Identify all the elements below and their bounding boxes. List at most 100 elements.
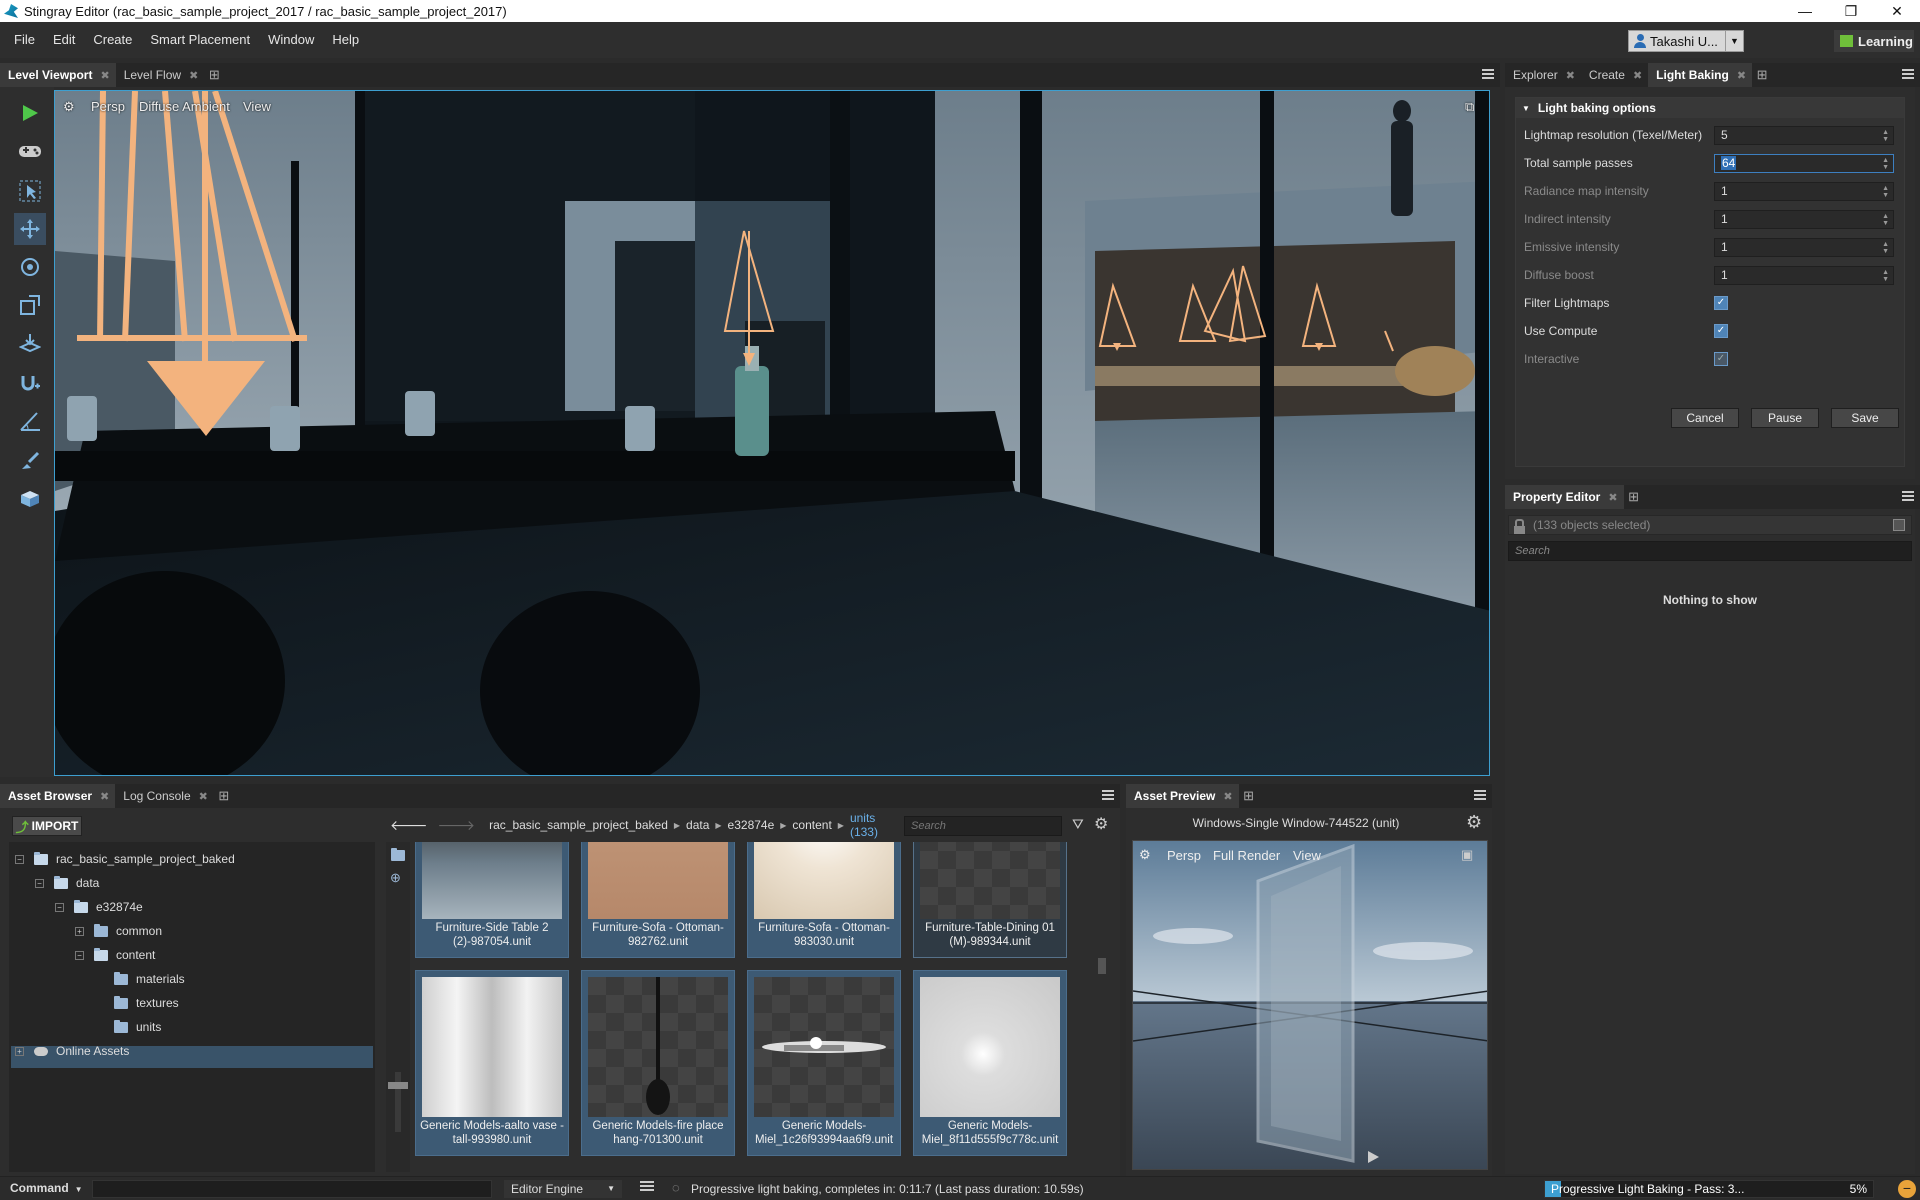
tab-asset-browser[interactable]: Asset Browser ✖ xyxy=(0,784,116,808)
viewport-settings-icon[interactable]: ⚙ xyxy=(63,99,75,115)
interactive-checkbox[interactable]: ✓ xyxy=(1714,352,1728,366)
scrollbar[interactable] xyxy=(1098,958,1106,974)
breadcrumb-item[interactable]: e32874e xyxy=(728,818,775,832)
spinner-icon[interactable]: ▲ ▼ xyxy=(1882,129,1889,143)
filter-lightmaps-checkbox[interactable]: ✓ xyxy=(1714,296,1728,310)
tree-item-data[interactable]: − data xyxy=(35,872,99,894)
use-compute-checkbox[interactable]: ✓ xyxy=(1714,324,1728,338)
menu-window[interactable]: Window xyxy=(259,22,323,58)
engine-dropdown[interactable]: Editor Engine ▼ xyxy=(504,1180,622,1198)
screenshot-icon[interactable]: ▣ xyxy=(1461,847,1473,863)
new-folder-icon[interactable] xyxy=(391,848,405,861)
close-window-button[interactable]: ✕ xyxy=(1874,0,1920,22)
place-tool-icon[interactable] xyxy=(14,327,46,359)
preview-view-menu[interactable]: View xyxy=(1293,848,1321,863)
spinner-icon[interactable]: ▲ ▼ xyxy=(1882,269,1889,283)
tree-item-e32874e[interactable]: − e32874e xyxy=(55,896,143,918)
add-tab-icon[interactable]: ⊞ xyxy=(1752,63,1772,87)
collapse-icon[interactable]: − xyxy=(15,854,24,864)
spinner-icon[interactable]: ▲ ▼ xyxy=(1882,241,1889,255)
menu-file[interactable]: File xyxy=(0,22,44,58)
scale-tool-icon[interactable] xyxy=(14,289,46,321)
spinner-icon[interactable]: ▲ ▼ xyxy=(1882,157,1889,171)
viewport-camera-menu[interactable]: Persp xyxy=(91,99,125,114)
log-list-icon[interactable] xyxy=(640,1181,654,1195)
breadcrumb-item[interactable]: content xyxy=(792,818,831,832)
move-tool-icon[interactable] xyxy=(14,213,46,245)
menu-create[interactable]: Create xyxy=(84,22,141,58)
asset-card[interactable]: Furniture-Sofa - Ottoman-983030.unit xyxy=(747,842,901,958)
preview-viewport[interactable]: ⚙ Persp Full Render View ▣ xyxy=(1132,840,1488,1170)
lock-icon[interactable] xyxy=(1514,519,1525,534)
close-icon[interactable]: ✖ xyxy=(189,69,198,82)
tree-item-rac-basic-sample-project-baked[interactable]: − rac_basic_sample_project_baked xyxy=(15,848,235,870)
collapse-icon[interactable]: − xyxy=(55,902,64,912)
chevron-down-icon[interactable]: ▼ xyxy=(1725,31,1743,51)
group-header[interactable]: ▼ Light baking options xyxy=(1516,98,1904,118)
command-mode-dropdown[interactable]: Command ▼ xyxy=(4,1180,83,1198)
panel-menu-icon[interactable] xyxy=(1474,788,1486,802)
radiance-map-intensity-input[interactable]: 1 ▲ ▼ xyxy=(1714,181,1894,201)
rotate-tool-icon[interactable] xyxy=(14,251,46,283)
minimize-button[interactable]: — xyxy=(1782,0,1828,22)
asset-card[interactable]: Generic Models-aalto vase - tall-993980.… xyxy=(415,970,569,1156)
tab-light-baking[interactable]: Light Baking ✖ xyxy=(1648,63,1753,87)
tree-item-materials[interactable]: materials xyxy=(95,968,185,990)
close-icon[interactable]: ✖ xyxy=(1633,69,1642,82)
save-button[interactable]: Save xyxy=(1831,408,1899,428)
preview-render-mode-menu[interactable]: Full Render xyxy=(1213,848,1280,863)
add-tab-icon[interactable]: ⊞ xyxy=(1239,784,1259,808)
tree-item-textures[interactable]: textures xyxy=(95,992,179,1014)
indirect-intensity-input[interactable]: 1 ▲ ▼ xyxy=(1714,209,1894,229)
slider-handle[interactable] xyxy=(388,1082,408,1089)
asset-search-input[interactable]: Search xyxy=(904,816,1062,836)
tab-explorer[interactable]: Explorer ✖ xyxy=(1505,63,1581,87)
spinner-icon[interactable]: ▲ ▼ xyxy=(1882,185,1889,199)
paint-tool-icon[interactable] xyxy=(14,445,46,477)
command-input[interactable] xyxy=(92,1180,492,1198)
asset-card[interactable]: Generic Models-fire place hang-701300.un… xyxy=(581,970,735,1156)
asset-card[interactable]: Furniture-Sofa - Ottoman-982762.unit xyxy=(581,842,735,958)
asset-card[interactable]: Generic Models-Miel_8f11d555f9c778c.unit xyxy=(913,970,1067,1156)
close-icon[interactable]: ✖ xyxy=(199,790,208,803)
notification-icon[interactable]: − xyxy=(1898,1180,1916,1198)
forward-arrow-icon[interactable]: 🡒 xyxy=(438,817,476,834)
learning-button[interactable]: Learning xyxy=(1834,30,1914,52)
preview-settings-icon[interactable]: ⚙ xyxy=(1139,847,1151,863)
collapse-icon[interactable]: − xyxy=(75,950,84,960)
panel-menu-icon[interactable] xyxy=(1102,788,1114,802)
filter-icon[interactable]: ⛛ xyxy=(1072,816,1084,833)
panel-menu-icon[interactable] xyxy=(1482,67,1494,81)
pause-button[interactable]: Pause xyxy=(1751,408,1819,428)
close-icon[interactable]: ✖ xyxy=(1566,69,1575,82)
menu-smart-placement[interactable]: Smart Placement xyxy=(141,22,259,58)
panel-menu-icon[interactable] xyxy=(1902,489,1914,503)
tab-level-flow[interactable]: Level Flow ✖ xyxy=(116,63,205,87)
close-icon[interactable]: ✖ xyxy=(1608,491,1617,504)
asset-card[interactable]: Furniture-Side Table 2 (2)-987054.unit xyxy=(415,842,569,958)
spinner-icon[interactable]: ▲ ▼ xyxy=(1882,213,1889,227)
import-button[interactable]: ⤴ IMPORT xyxy=(12,816,82,836)
total-sample-passes-input[interactable]: 64 ▲ ▼ xyxy=(1714,153,1894,173)
level-viewport[interactable]: ⚙ Persp Diffuse Ambient View ⧉ xyxy=(54,90,1490,776)
tree-item-units[interactable]: units xyxy=(95,1016,161,1038)
emissive-intensity-input[interactable]: 1 ▲ ▼ xyxy=(1714,237,1894,257)
maximize-button[interactable]: ❐ xyxy=(1828,0,1874,22)
asset-card[interactable]: Generic Models-Miel_1c26f93994aa6f9.unit xyxy=(747,970,901,1156)
add-tab-icon[interactable]: ⊞ xyxy=(214,784,234,808)
cancel-button[interactable]: Cancel xyxy=(1671,408,1739,428)
user-account-button[interactable]: Takashi U... ▼ xyxy=(1628,30,1744,52)
close-icon[interactable]: ✖ xyxy=(100,790,109,803)
menu-edit[interactable]: Edit xyxy=(44,22,84,58)
back-arrow-icon[interactable]: 🡐 xyxy=(390,817,428,834)
close-icon[interactable]: ✖ xyxy=(1223,790,1232,803)
close-icon[interactable]: ✖ xyxy=(100,69,109,82)
save-icon[interactable] xyxy=(1893,519,1905,531)
tab-log-console[interactable]: Log Console ✖ xyxy=(115,784,214,808)
tree-item-common[interactable]: + common xyxy=(75,920,162,942)
viewport-render-mode-menu[interactable]: Diffuse Ambient xyxy=(139,99,230,114)
breadcrumb-item[interactable]: rac_basic_sample_project_baked xyxy=(489,818,668,832)
collapse-icon[interactable]: − xyxy=(35,878,44,888)
tab-level-viewport[interactable]: Level Viewport ✖ xyxy=(0,63,116,87)
expand-icon[interactable]: + xyxy=(75,926,84,936)
